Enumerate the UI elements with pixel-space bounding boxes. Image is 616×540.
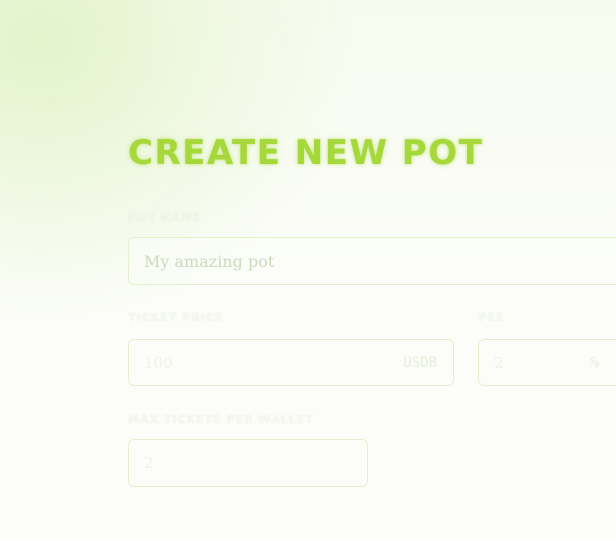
ticket-price-unit: USDB xyxy=(403,354,437,371)
ticket-price-label: TICKET PRICE xyxy=(128,311,224,324)
fee-field[interactable]: % xyxy=(478,339,616,386)
max-tickets-field[interactable] xyxy=(128,439,368,487)
fee-label: FEE xyxy=(479,311,505,324)
pot-name-field[interactable] xyxy=(128,237,616,285)
max-tickets-label: MAX TICKETS PER WALLET xyxy=(128,413,314,426)
page-title: CREATE NEW POT xyxy=(128,133,484,173)
pot-name-label: POT NAME xyxy=(128,211,201,224)
pot-name-input[interactable] xyxy=(129,238,616,284)
max-tickets-input[interactable] xyxy=(129,440,367,486)
ticket-price-field[interactable]: USDB xyxy=(128,339,454,386)
fee-unit: % xyxy=(590,354,599,371)
